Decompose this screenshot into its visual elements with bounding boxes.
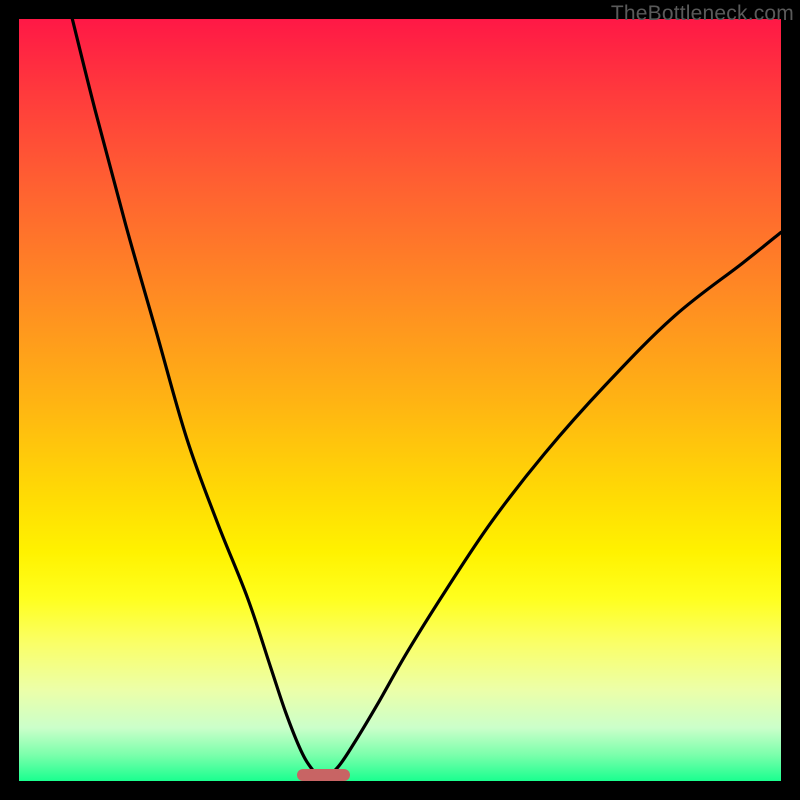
watermark-text: TheBottleneck.com [611, 2, 794, 26]
bottleneck-curve [19, 19, 781, 781]
optimum-marker [297, 769, 350, 781]
curve-right-branch [324, 232, 781, 781]
curve-left-branch [72, 19, 323, 781]
gradient-plot-area [19, 19, 781, 781]
chart-frame: TheBottleneck.com [0, 0, 800, 800]
